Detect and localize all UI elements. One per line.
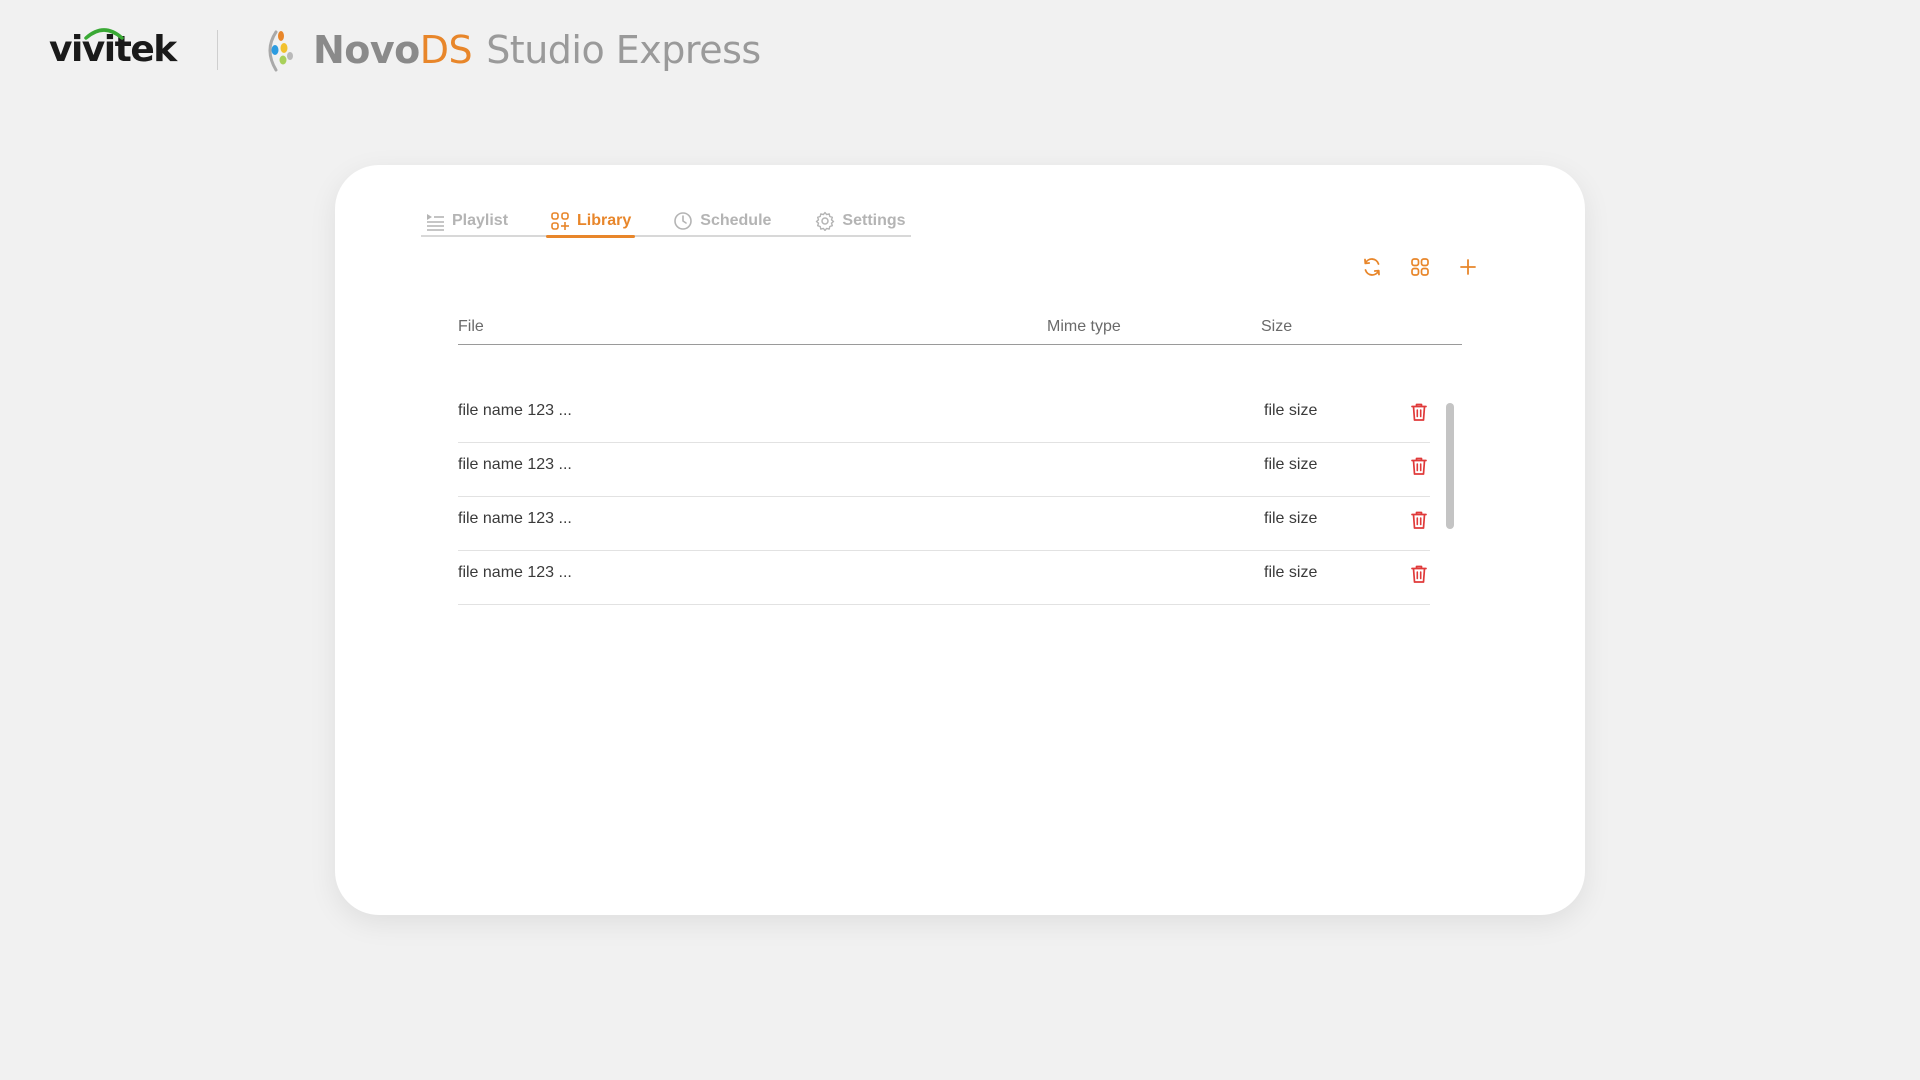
tab-playlist-label: Playlist <box>452 212 509 229</box>
column-header-mime-type[interactable]: Mime type <box>1047 315 1121 339</box>
tab-library-label: Library <box>577 212 632 229</box>
file-name-cell: file name 123 ... <box>458 510 572 527</box>
delete-file-button[interactable] <box>1408 508 1430 532</box>
refresh-button[interactable] <box>1360 255 1384 279</box>
delete-file-button[interactable] <box>1408 454 1430 478</box>
list-scrollbar[interactable] <box>1446 403 1454 529</box>
trash-icon <box>1411 403 1427 421</box>
header-divider <box>217 30 218 70</box>
grid-view-button[interactable] <box>1408 255 1432 279</box>
file-name-cell: file name 123 ... <box>458 564 572 581</box>
clock-icon <box>674 212 693 230</box>
vivitek-logo-arc <box>84 28 124 40</box>
column-header-size[interactable]: Size <box>1261 315 1292 339</box>
tab-library[interactable]: Library <box>546 207 636 238</box>
novods-logo-icon <box>268 30 293 72</box>
file-size-cell: file size <box>1264 510 1318 527</box>
gear-icon <box>816 211 835 231</box>
grid-view-icon <box>1411 258 1429 276</box>
file-size-cell: file size <box>1264 402 1318 419</box>
table-row[interactable]: file name 123 ... file size <box>458 551 1430 605</box>
product-name-studio-express: Studio Express <box>486 28 761 72</box>
trash-icon <box>1411 565 1427 583</box>
file-name-cell: file name 123 ... <box>458 402 572 419</box>
tab-schedule[interactable]: Schedule <box>669 207 775 235</box>
refresh-icon <box>1364 258 1380 276</box>
delete-file-button[interactable] <box>1408 562 1430 586</box>
trash-icon <box>1411 511 1427 529</box>
file-size-cell: file size <box>1264 564 1318 581</box>
file-name-cell: file name 123 ... <box>458 456 572 473</box>
product-name: NovoDS Studio Express <box>313 26 761 74</box>
table-row[interactable]: file name 123 ... file size <box>458 497 1430 551</box>
column-header-file[interactable]: File <box>458 315 484 339</box>
plus-icon <box>1460 259 1476 275</box>
tab-bar: Playlist Library Schedule Settings <box>421 207 911 238</box>
product-name-novo: Novo <box>313 28 420 72</box>
tab-playlist[interactable]: Playlist <box>421 207 512 235</box>
tab-settings-label: Settings <box>842 212 906 229</box>
library-card: Playlist Library Schedule Settings File … <box>335 165 1585 915</box>
table-row[interactable]: file name 123 ... file size <box>458 443 1430 497</box>
table-row[interactable]: file name 123 ... file size <box>458 389 1430 443</box>
app-header: vivitek NovoDS Studio Express <box>0 0 1920 100</box>
product-name-ds: DS <box>419 28 473 72</box>
file-list: file name 123 ... file size file name 12… <box>458 389 1430 605</box>
library-icon <box>551 212 570 230</box>
table-header: File Mime type Size <box>458 315 1462 345</box>
delete-file-button[interactable] <box>1408 400 1430 424</box>
tab-schedule-label: Schedule <box>700 212 772 229</box>
file-size-cell: file size <box>1264 456 1318 473</box>
library-toolbar <box>1360 255 1480 279</box>
tab-settings[interactable]: Settings <box>811 207 909 235</box>
add-file-button[interactable] <box>1456 255 1480 279</box>
trash-icon <box>1411 457 1427 475</box>
playlist-icon <box>427 214 444 231</box>
